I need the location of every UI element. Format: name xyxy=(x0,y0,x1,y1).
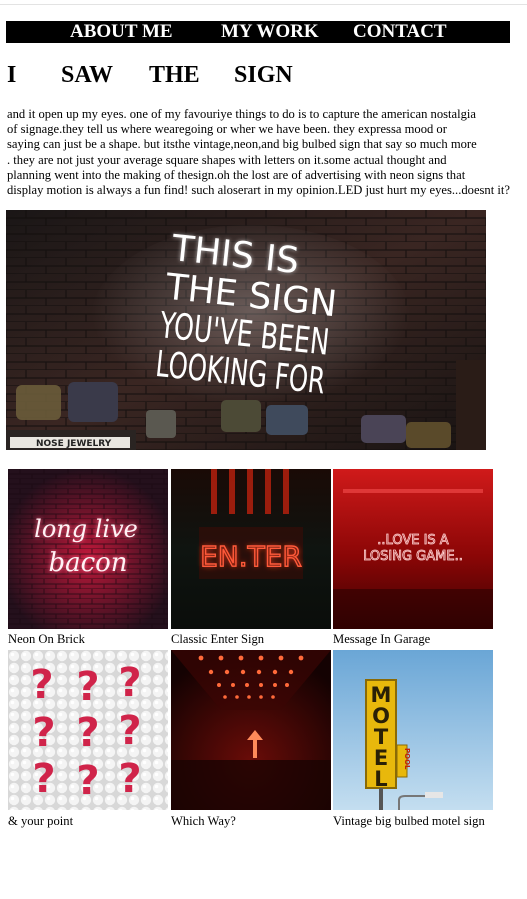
question-mark: ? xyxy=(30,662,53,708)
gallery-caption: & your point xyxy=(8,814,74,828)
hero-image: THIS IS THIS IS THE SIGN YOU'VE BEEN LOO… xyxy=(6,210,486,450)
gallery-image-which-way[interactable] xyxy=(171,650,331,810)
intro-line: of signage.they tell us where wearegoing… xyxy=(7,122,447,137)
gallery-caption: Vintage big bulbed motel sign xyxy=(333,814,485,828)
intro-line: planning went into the making of thesign… xyxy=(7,167,466,182)
question-mark: ? xyxy=(32,710,55,756)
question-mark: ? xyxy=(76,664,99,710)
title-word: THE xyxy=(149,62,200,88)
main-nav: ABOUT ME MY WORK CONTACT xyxy=(6,21,510,43)
shelf-label: NOSE JEWELRY xyxy=(36,439,112,449)
neon-text: ..LOVE IS A xyxy=(377,533,449,548)
intro-line: display motion is always a fun find! suc… xyxy=(7,183,510,198)
gallery-caption: Neon On Brick xyxy=(8,632,85,646)
question-mark: ? xyxy=(118,660,141,706)
question-mark: ? xyxy=(76,710,99,756)
gallery-caption: Message In Garage xyxy=(333,632,431,646)
neon-text: LOSING GAME.. xyxy=(363,549,463,564)
gallery-image-enter-sign[interactable]: EN.TER EN.TER xyxy=(171,469,331,629)
gallery-image-motel-sign[interactable]: M O T E L POOL xyxy=(333,650,493,810)
intro-line: saying can just be a shape. but itsthe v… xyxy=(7,137,477,152)
title-word: I xyxy=(7,62,17,88)
nav-link-contact[interactable]: CONTACT xyxy=(353,22,447,42)
nav-link-about-me[interactable]: ABOUT ME xyxy=(70,22,173,42)
neon-text: EN.TER xyxy=(200,540,302,573)
intro-paragraph: and it open up my eyes. one of my favour… xyxy=(7,107,521,198)
nav-link-my-work[interactable]: MY WORK xyxy=(221,22,319,42)
gallery-image-garage-message[interactable]: ..LOVE IS A LOSING GAME.. xyxy=(333,469,493,629)
pool-text: POOL xyxy=(403,748,411,770)
question-mark: ? xyxy=(76,758,99,804)
gallery-caption: Classic Enter Sign xyxy=(171,632,265,646)
motel-letter: L xyxy=(374,767,387,791)
browser-top-border xyxy=(0,4,527,5)
intro-line: . they are not just your average square … xyxy=(7,152,447,167)
gallery-caption: Which Way? xyxy=(171,814,236,828)
neon-text: long live xyxy=(34,515,138,543)
gallery-image-question-marks[interactable]: ? ? ? ? ? ? ? ? ? xyxy=(8,650,168,810)
gallery-image-neon-on-brick[interactable]: long live long live bacon bacon xyxy=(8,469,168,629)
title-word: SAW xyxy=(61,62,114,88)
question-mark: ? xyxy=(118,708,141,754)
question-mark: ? xyxy=(32,756,55,802)
question-mark: ? xyxy=(118,756,141,802)
title-word: SIGN xyxy=(234,62,293,88)
neon-text: bacon xyxy=(48,548,127,578)
intro-line: and it open up my eyes. one of my favour… xyxy=(7,107,476,121)
